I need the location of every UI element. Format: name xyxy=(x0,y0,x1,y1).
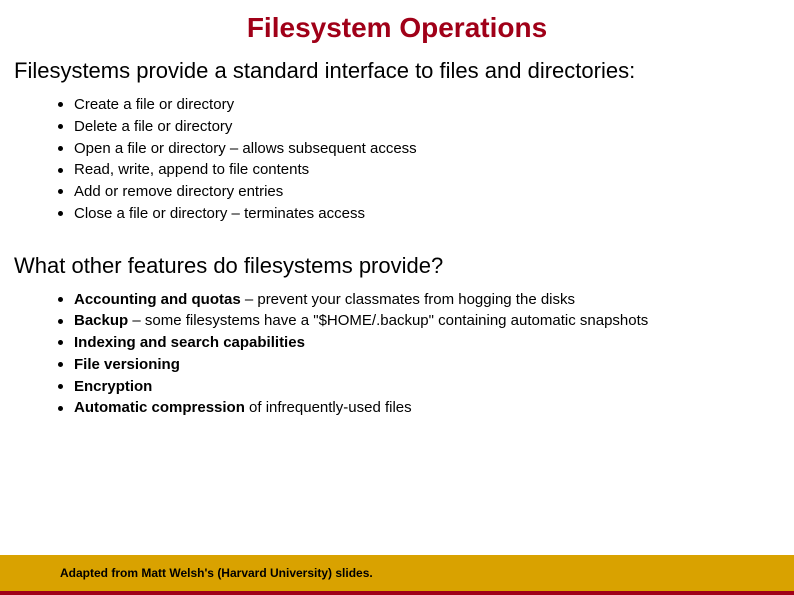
list-item: Read, write, append to file contents xyxy=(74,159,794,181)
bullet-bold: Accounting and quotas xyxy=(74,291,241,308)
slide-title: Filesystem Operations xyxy=(0,0,794,54)
footer-bar: Adapted from Matt Welsh's (Harvard Unive… xyxy=(0,555,794,591)
list-item: Close a file or directory – terminates a… xyxy=(74,203,794,225)
slide: Filesystem Operations Filesystems provid… xyxy=(0,0,794,595)
bullet-bold: File versioning xyxy=(74,356,180,373)
bullet-text: Create a file or directory xyxy=(74,96,234,113)
list-item: Add or remove directory entries xyxy=(74,181,794,203)
list-item: Backup – some filesystems have a "$HOME/… xyxy=(74,310,794,332)
footer-text: Adapted from Matt Welsh's (Harvard Unive… xyxy=(60,566,373,580)
footer-accent xyxy=(0,591,794,595)
bullet-text: Add or remove directory entries xyxy=(74,183,283,200)
list-item: Accounting and quotas – prevent your cla… xyxy=(74,289,794,311)
bullet-text: Delete a file or directory xyxy=(74,118,232,135)
bullet-bold: Automatic compression xyxy=(74,399,245,416)
list-item: Automatic compression of infrequently-us… xyxy=(74,397,794,419)
bullet-bold: Indexing and search capabilities xyxy=(74,334,305,351)
bullet-text: Close a file or directory – terminates a… xyxy=(74,205,365,222)
list-item: Open a file or directory – allows subseq… xyxy=(74,138,794,160)
bullet-list-1: Create a file or directory Delete a file… xyxy=(0,92,794,239)
bullet-rest: – prevent your classmates from hogging t… xyxy=(241,291,575,308)
list-item: Delete a file or directory xyxy=(74,116,794,138)
list-item: Create a file or directory xyxy=(74,94,794,116)
list-item: Encryption xyxy=(74,376,794,398)
bullet-text: Read, write, append to file contents xyxy=(74,161,309,178)
bullet-text: Open a file or directory – allows subseq… xyxy=(74,140,417,157)
intro-text-1: Filesystems provide a standard interface… xyxy=(0,54,794,92)
bullet-list-2: Accounting and quotas – prevent your cla… xyxy=(0,287,794,434)
list-item: File versioning xyxy=(74,354,794,376)
intro-text-2: What other features do filesystems provi… xyxy=(0,239,794,287)
bullet-bold: Backup xyxy=(74,312,128,329)
bullet-bold: Encryption xyxy=(74,378,152,395)
bullet-rest: of infrequently-used files xyxy=(245,399,412,416)
list-item: Indexing and search capabilities xyxy=(74,332,794,354)
bullet-rest: – some filesystems have a "$HOME/.backup… xyxy=(128,312,648,329)
footer: Adapted from Matt Welsh's (Harvard Unive… xyxy=(0,555,794,595)
